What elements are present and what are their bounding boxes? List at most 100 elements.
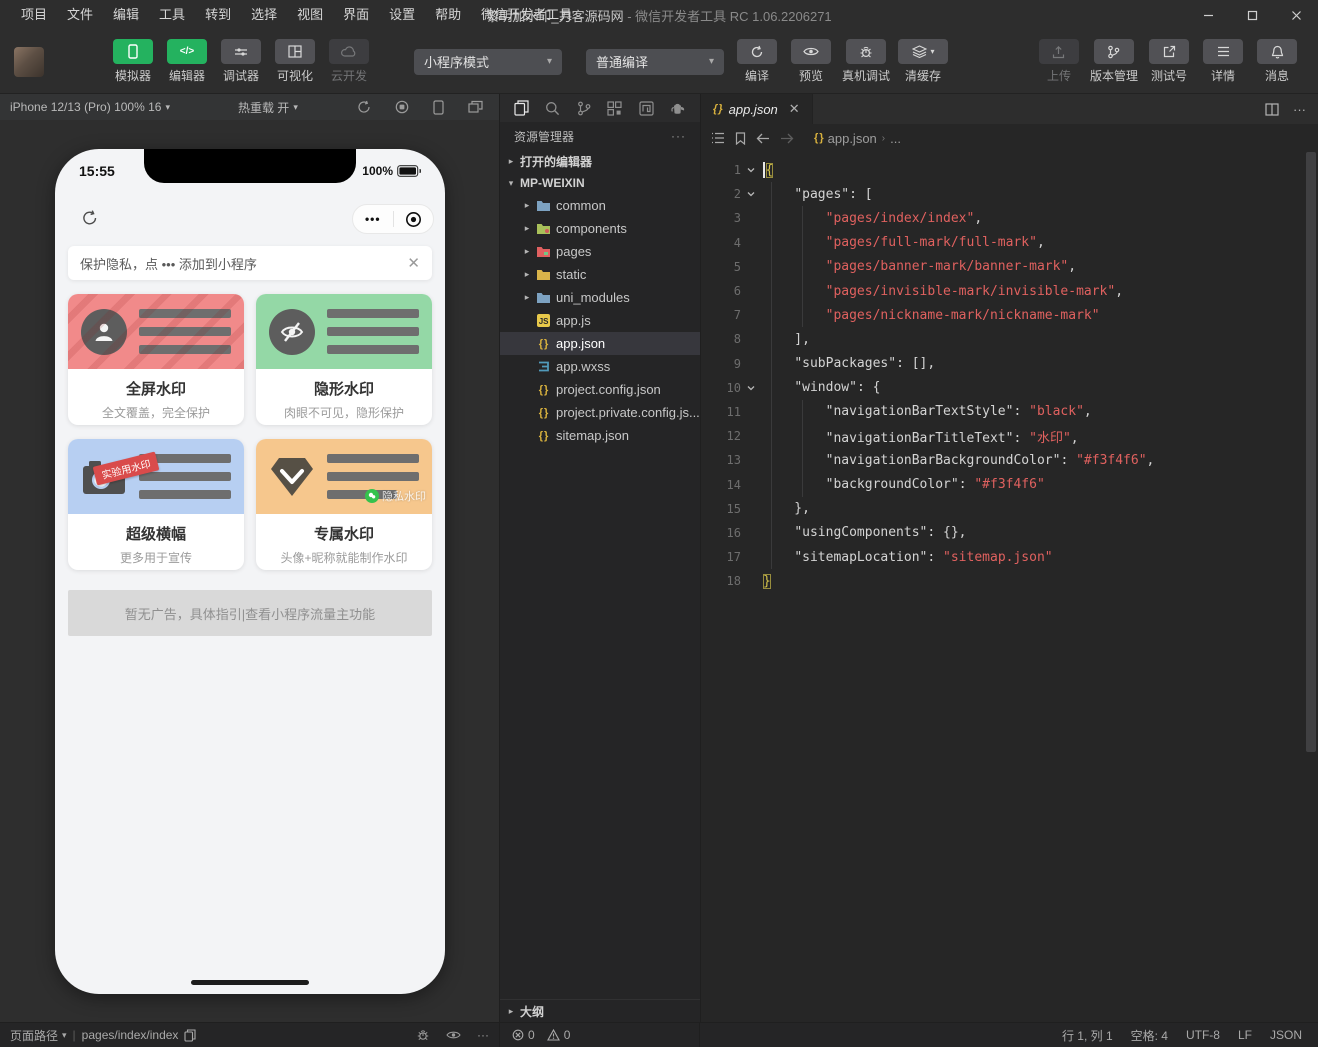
compile-mode-select[interactable]: 普通编译 ▾: [586, 48, 724, 75]
details-button[interactable]: 详情: [1200, 39, 1246, 84]
tree-file-app-js[interactable]: JS app.js: [500, 309, 700, 332]
messages-button[interactable]: 消息: [1254, 39, 1300, 84]
project-root-section[interactable]: ▾ MP-WEIXIN: [500, 172, 700, 194]
cursor-position[interactable]: 行 1, 列 1: [1062, 1027, 1113, 1044]
menu-goto[interactable]: 转到: [196, 0, 240, 30]
record-icon[interactable]: [395, 100, 409, 115]
files-icon[interactable]: [514, 100, 529, 116]
menu-view[interactable]: 视图: [288, 0, 332, 30]
fold-chevron-icon[interactable]: [741, 189, 761, 199]
detach-window-icon[interactable]: [468, 100, 483, 115]
bookmark-icon[interactable]: [735, 131, 746, 145]
editor-scrollbar[interactable]: [1306, 152, 1316, 752]
tree-folder-pages[interactable]: ▸ pages: [500, 240, 700, 263]
code-line[interactable]: 14 "backgroundColor": "#f3f4f6": [701, 472, 1318, 496]
preview-button[interactable]: 预览: [788, 39, 834, 84]
indentation-setting[interactable]: 空格: 4: [1131, 1027, 1168, 1044]
code-line[interactable]: 9 "subPackages": [],: [701, 352, 1318, 376]
test-account-button[interactable]: 测试号: [1146, 39, 1192, 84]
problems-summary[interactable]: 0 0: [500, 1023, 700, 1047]
compile-button[interactable]: 编译: [734, 39, 780, 84]
hot-reload-toggle[interactable]: 热重载 开 ▾: [238, 99, 298, 116]
outline-section[interactable]: ▸ 大纲: [500, 999, 700, 1022]
banner-close-icon[interactable]: ✕: [407, 254, 420, 272]
card-fullscreen-watermark[interactable]: 全屏水印 全文覆盖，完全保护: [68, 294, 244, 425]
menu-edit[interactable]: 编辑: [104, 0, 148, 30]
tab-close-icon[interactable]: ✕: [789, 101, 800, 117]
more-actions-icon[interactable]: ···: [1293, 102, 1306, 117]
code-line[interactable]: 2 "pages": [: [701, 182, 1318, 206]
simulator-toggle-button[interactable]: 模拟器: [110, 39, 156, 84]
copy-icon[interactable]: [184, 1028, 196, 1042]
maximize-button[interactable]: [1230, 0, 1274, 30]
upload-button[interactable]: 上传: [1036, 39, 1082, 84]
npm-icon[interactable]: [638, 100, 654, 116]
tree-folder-static[interactable]: ▸ static: [500, 263, 700, 286]
menu-select[interactable]: 选择: [242, 0, 286, 30]
more-actions-icon[interactable]: ···: [477, 1028, 489, 1042]
code-line[interactable]: 11 "navigationBarTextStyle": "black",: [701, 400, 1318, 424]
code-line[interactable]: 18}: [701, 569, 1318, 593]
menu-help[interactable]: 帮助: [426, 0, 470, 30]
device-frame-icon[interactable]: [433, 99, 444, 115]
code-line[interactable]: 3 "pages/index/index",: [701, 206, 1318, 230]
search-icon[interactable]: [545, 101, 560, 116]
tree-folder-components[interactable]: ▸ components: [500, 217, 700, 240]
code-line[interactable]: 10 "window": {: [701, 376, 1318, 400]
rotate-device-icon[interactable]: [357, 100, 371, 115]
exit-button[interactable]: [394, 211, 434, 228]
code-line[interactable]: 6 "pages/invisible-mark/invisible-mark",: [701, 279, 1318, 303]
debugger-toggle-button[interactable]: 调试器: [218, 39, 264, 84]
version-control-button[interactable]: 版本管理: [1090, 39, 1138, 84]
git-branch-icon[interactable]: [577, 101, 591, 116]
breadcrumb[interactable]: { } app.json › ...: [814, 131, 901, 146]
card-exclusive-watermark[interactable]: 隐私水印 专属水印 头像+昵称就能制作水印: [256, 439, 432, 570]
tree-file-project-private-config[interactable]: { } project.private.config.js...: [500, 401, 700, 424]
more-menu-button[interactable]: •••: [353, 212, 393, 226]
page-path-select[interactable]: 页面路径 ▾: [10, 1027, 67, 1044]
code-line[interactable]: 16 "usingComponents": {},: [701, 521, 1318, 545]
page-refresh-icon[interactable]: [81, 209, 99, 227]
fold-chevron-icon[interactable]: [741, 383, 761, 393]
editor-toggle-button[interactable]: </> 编辑器: [164, 39, 210, 84]
user-avatar[interactable]: [14, 46, 44, 77]
code-line[interactable]: 5 "pages/banner-mark/banner-mark",: [701, 255, 1318, 279]
menu-tools[interactable]: 工具: [150, 0, 194, 30]
cloud-dev-button[interactable]: 云开发: [326, 39, 372, 84]
code-line[interactable]: 12 "navigationBarTitleText": "水印",: [701, 424, 1318, 448]
close-button[interactable]: [1274, 0, 1318, 30]
tree-file-sitemap-json[interactable]: { } sitemap.json: [500, 424, 700, 447]
minimize-button[interactable]: [1186, 0, 1230, 30]
code-line[interactable]: 7 "pages/nickname-mark/nickname-mark": [701, 303, 1318, 327]
tree-folder-uni-modules[interactable]: ▸ uni_modules: [500, 286, 700, 309]
split-editor-icon[interactable]: [1265, 102, 1279, 116]
clear-cache-button[interactable]: ▾ 清缓存: [898, 39, 949, 84]
teapot-icon[interactable]: [670, 101, 686, 115]
menu-file[interactable]: 文件: [58, 0, 102, 30]
remote-debug-button[interactable]: 真机调试: [842, 39, 890, 84]
tree-folder-common[interactable]: ▸ common: [500, 194, 700, 217]
device-select[interactable]: iPhone 12/13 (Pro) 100% 16 ▾: [10, 100, 170, 114]
fold-chevron-icon[interactable]: [741, 165, 761, 175]
more-actions-icon[interactable]: ···: [671, 129, 686, 143]
code-area[interactable]: 1{2 "pages": [3 "pages/index/index", 4 "p…: [701, 152, 1318, 1022]
forward-icon[interactable]: [780, 133, 794, 144]
code-line[interactable]: 1{: [701, 158, 1318, 182]
card-super-banner[interactable]: 实验用水印 超级横幅 更多用于宣传: [68, 439, 244, 570]
vconsole-icon[interactable]: [416, 1028, 430, 1042]
menu-interface[interactable]: 界面: [334, 0, 378, 30]
visibility-icon[interactable]: [446, 1030, 461, 1040]
mode-select[interactable]: 小程序模式 ▾: [414, 48, 562, 75]
menu-devtools[interactable]: 微信开发者工具: [472, 0, 581, 30]
encoding-setting[interactable]: UTF-8: [1186, 1027, 1220, 1044]
menu-settings[interactable]: 设置: [380, 0, 424, 30]
widgets-icon[interactable]: [607, 100, 622, 116]
language-mode[interactable]: JSON: [1270, 1027, 1302, 1044]
code-line[interactable]: 15 },: [701, 497, 1318, 521]
tree-file-project-config[interactable]: { } project.config.json: [500, 378, 700, 401]
menu-project[interactable]: 项目: [12, 0, 56, 30]
back-icon[interactable]: [756, 133, 770, 144]
code-line[interactable]: 13 "navigationBarBackgroundColor": "#f3f…: [701, 448, 1318, 472]
code-line[interactable]: 4 "pages/full-mark/full-mark",: [701, 231, 1318, 255]
open-editors-section[interactable]: ▸ 打开的编辑器: [500, 150, 700, 172]
